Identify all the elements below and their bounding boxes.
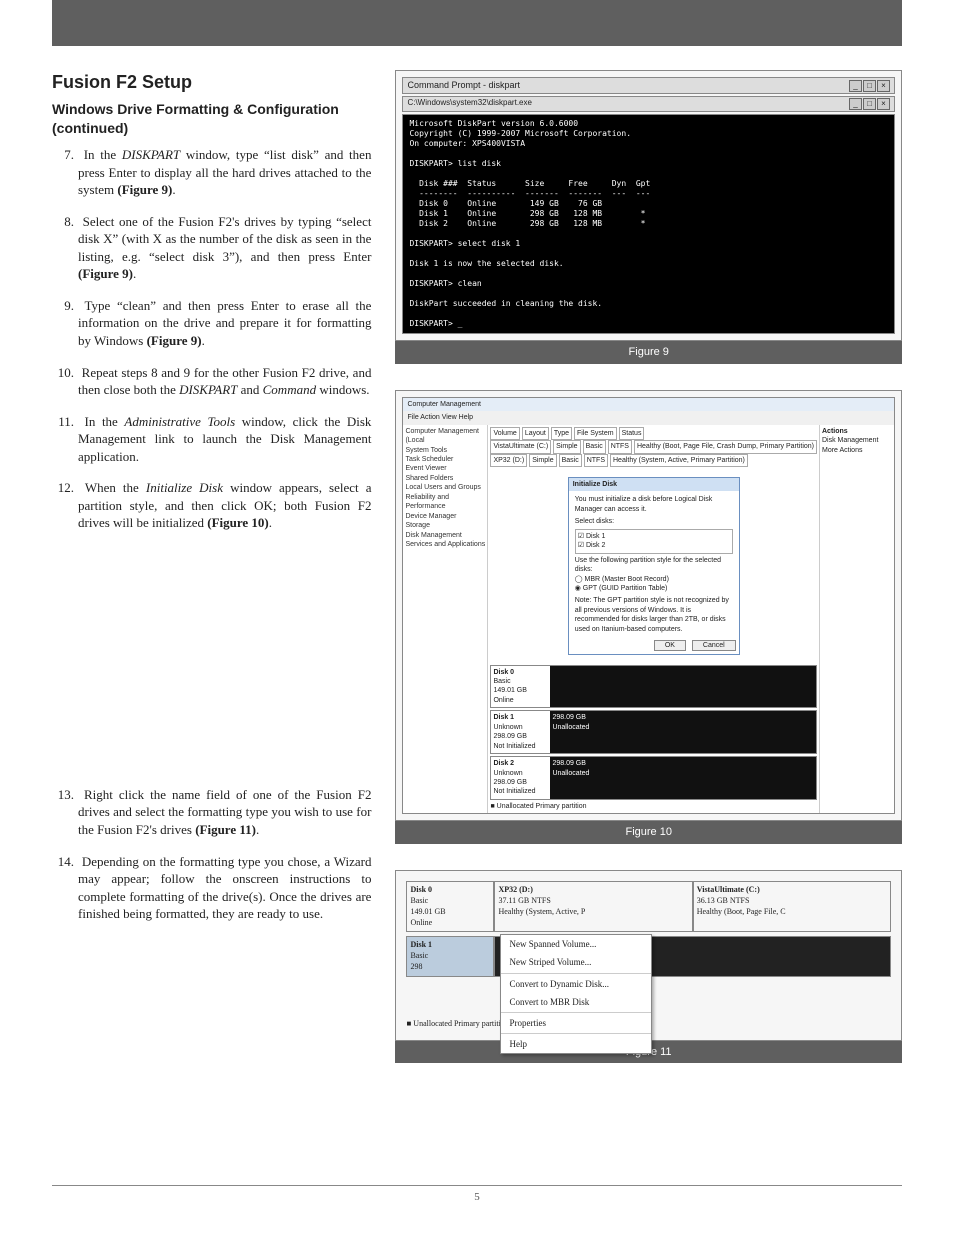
disk0-label: Disk 0 Basic 149.01 GB Online bbox=[406, 881, 494, 932]
menu-item[interactable]: New Spanned Volume... bbox=[501, 935, 651, 953]
win-menu: File Action View Help bbox=[403, 411, 894, 424]
page-header-bar bbox=[52, 0, 902, 46]
cmd-sub-titlebar: C:\Windows\system32\diskpart.exe _□× bbox=[402, 96, 895, 112]
cmd-titlebar: Command Prompt - diskpart _□× bbox=[402, 77, 895, 94]
radio-mbr[interactable]: MBR (Master Boot Record) bbox=[585, 576, 669, 583]
figure-caption: Figure 9 bbox=[395, 341, 902, 364]
table-cell: Basic bbox=[583, 440, 606, 453]
table-cell: Simple bbox=[529, 454, 556, 467]
menu-item[interactable]: Convert to MBR Disk bbox=[501, 993, 651, 1011]
table-cell: Healthy (Boot, Page File, Crash Dump, Pr… bbox=[634, 440, 817, 453]
action-link[interactable]: More Actions bbox=[822, 446, 892, 455]
cmd-path: C:\Windows\system32\diskpart.exe bbox=[407, 98, 532, 110]
actions-header: Actions bbox=[822, 427, 892, 436]
col-header: Volume bbox=[490, 427, 519, 440]
dialog-text: Use the following partition style for th… bbox=[575, 556, 733, 575]
disk1-label[interactable]: Disk 1 Basic 298 bbox=[406, 936, 494, 976]
col-header: File System bbox=[574, 427, 617, 440]
table-cell: VistaUltimate (C:) bbox=[490, 440, 551, 453]
table-cell: Simple bbox=[553, 440, 580, 453]
page-title: Fusion F2 Setup bbox=[52, 70, 371, 94]
dialog-note: Note: The GPT partition style is not rec… bbox=[575, 596, 733, 634]
ok-button[interactable]: OK bbox=[654, 640, 686, 651]
dialog-text: Select disks: bbox=[575, 517, 733, 526]
context-menu: New Spanned Volume...New Striped Volume.… bbox=[500, 934, 652, 1054]
col-header: Type bbox=[551, 427, 572, 440]
initialize-disk-dialog: Initialize Disk You must initialize a di… bbox=[568, 477, 740, 655]
cmd-title: Command Prompt - diskpart bbox=[407, 79, 520, 91]
win-title: Computer Management bbox=[403, 398, 894, 411]
step: 14. Depending on the formatting type you… bbox=[52, 853, 371, 923]
mgmt-tree: Computer Management (Local System Tools … bbox=[403, 425, 488, 814]
step: 9. Type “clean” and then press Enter to … bbox=[52, 297, 371, 350]
menu-item[interactable]: Properties bbox=[501, 1014, 651, 1032]
step: 7. In the DISKPART window, type “list di… bbox=[52, 146, 371, 199]
figure-11: Disk 0 Basic 149.01 GB Online XP32 (D:) … bbox=[395, 870, 902, 1063]
menu-item[interactable]: Convert to Dynamic Disk... bbox=[501, 975, 651, 993]
dialog-text: You must initialize a disk before Logica… bbox=[575, 495, 733, 514]
window-buttons: _□× bbox=[848, 98, 890, 110]
menu-item[interactable]: Help bbox=[501, 1035, 651, 1053]
col-header: Layout bbox=[522, 427, 549, 440]
col-header: Status bbox=[619, 427, 645, 440]
step: 11. In the Administrative Tools window, … bbox=[52, 413, 371, 466]
legend: Unallocated Primary partition bbox=[413, 1019, 509, 1028]
dialog-title: Initialize Disk bbox=[569, 478, 739, 491]
legend: Unallocated Primary partition bbox=[497, 803, 587, 810]
cancel-button[interactable]: Cancel bbox=[692, 640, 736, 651]
partition-label: VistaUltimate (C:) bbox=[697, 885, 760, 894]
step-list: 7. In the DISKPART window, type “list di… bbox=[52, 146, 371, 532]
figure-10: Computer Management File Action View Hel… bbox=[395, 390, 902, 844]
window-buttons: _□× bbox=[848, 79, 890, 92]
console-output: Microsoft DiskPart version 6.0.6000 Copy… bbox=[402, 114, 895, 334]
table-cell: XP32 (D:) bbox=[490, 454, 527, 467]
step-list-continued: 13. Right click the name field of one of… bbox=[52, 786, 371, 923]
partition-label: XP32 (D:) bbox=[498, 885, 532, 894]
table-cell: NTFS bbox=[584, 454, 608, 467]
figure-9: Command Prompt - diskpart _□× C:\Windows… bbox=[395, 70, 902, 364]
table-cell: Healthy (System, Active, Primary Partiti… bbox=[610, 454, 748, 467]
page-number: 5 bbox=[0, 1190, 954, 1205]
action-link[interactable]: Disk Management bbox=[822, 436, 892, 445]
disk-checkbox[interactable]: ☑ Disk 1 bbox=[578, 532, 730, 541]
radio-gpt[interactable]: GPT (GUID Partition Table) bbox=[583, 585, 668, 592]
table-cell: NTFS bbox=[608, 440, 632, 453]
step: 8. Select one of the Fusion F2's drives … bbox=[52, 213, 371, 283]
step: 13. Right click the name field of one of… bbox=[52, 786, 371, 839]
table-cell: Basic bbox=[559, 454, 582, 467]
step: 10. Repeat steps 8 and 9 for the other F… bbox=[52, 364, 371, 399]
figure-caption: Figure 10 bbox=[395, 821, 902, 844]
section-title: Windows Drive Formatting & Configuration… bbox=[52, 100, 371, 138]
step: 12. When the Initialize Disk window appe… bbox=[52, 479, 371, 532]
menu-item[interactable]: New Striped Volume... bbox=[501, 953, 651, 971]
disk-checkbox[interactable]: ☑ Disk 2 bbox=[578, 541, 730, 550]
